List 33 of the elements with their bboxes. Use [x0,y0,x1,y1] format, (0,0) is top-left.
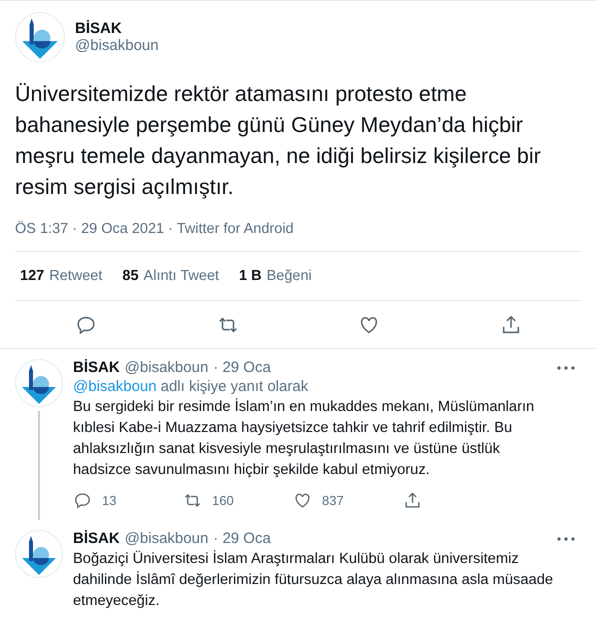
reply-count: 13 [102,493,116,508]
stat-label[interactable]: Alıntı Tweet [144,268,220,284]
comment-icon[interactable] [74,314,97,336]
heart-icon[interactable] [293,491,312,510]
author-handle[interactable]: @bisakboun [75,37,159,54]
mention-link[interactable]: @bisakboun [73,378,157,395]
author-name[interactable]: BİSAK [73,530,120,547]
reply-time[interactable]: · 29 Oca [213,530,271,547]
author-name[interactable]: BİSAK [75,20,159,37]
tweet-timestamp[interactable]: ÖS 1:37 · 29 Oca 2021 · Twitter for Android [15,221,582,252]
more-icon[interactable] [557,536,575,540]
retweet-icon[interactable] [183,491,202,510]
comment-icon[interactable] [73,491,92,510]
reply-text: Bu sergideki bir resimde İslam’ın en mukaddes mekanı, Müslümanların kıblesi Kabe-i Muazzama haysiyetsizce tahkir ve tahrif edilmiştir. Bu ahlaksızlığın sanat kisvesiyle meşrulaştırılmasını ve üstüne üstlük hadsizce savunulmasını hiçbir şekilde kabul etmiyoruz. [73,397,536,480]
more-icon[interactable] [557,366,575,370]
share-icon[interactable] [403,491,422,510]
reply-time[interactable]: · 29 Oca [213,359,271,376]
reply-text: Boğaziçi Üniversitesi İslam Araştırmaları Kulübü olarak üniversitemiz dahilinde İslâmî değerlerimizin fütursuzca alaya alınmasına asla müsaade etmeyeceğiz. [73,549,554,611]
stat-count: 1 B [239,268,262,284]
tweet-text: Üniversitemizde rektör atamasını protesto etme bahanesiyle perşembe günü Güney Meydan’da hiçbir meşru temele dayanmayan, ne idiği belirsiz kişilerce bir resim sergisi açılmıştır. [15,81,542,201]
stat-label[interactable]: Beğeni [266,268,312,284]
retweet-count: 160 [212,493,234,508]
stat-count: 85 [122,268,139,284]
reply-context: adlı kişiye yanıt olarak [160,378,308,395]
stat-label[interactable]: Retweet [49,268,102,284]
author-handle[interactable]: @bisakboun [124,530,208,547]
avatar-icon[interactable] [15,359,63,407]
author-name[interactable]: BİSAK [73,359,120,376]
stat-count: 127 [20,268,44,284]
like-count: 837 [322,493,344,508]
author-handle[interactable]: @bisakboun [124,359,208,376]
avatar-icon[interactable] [15,530,63,578]
avatar-icon[interactable] [15,12,65,62]
